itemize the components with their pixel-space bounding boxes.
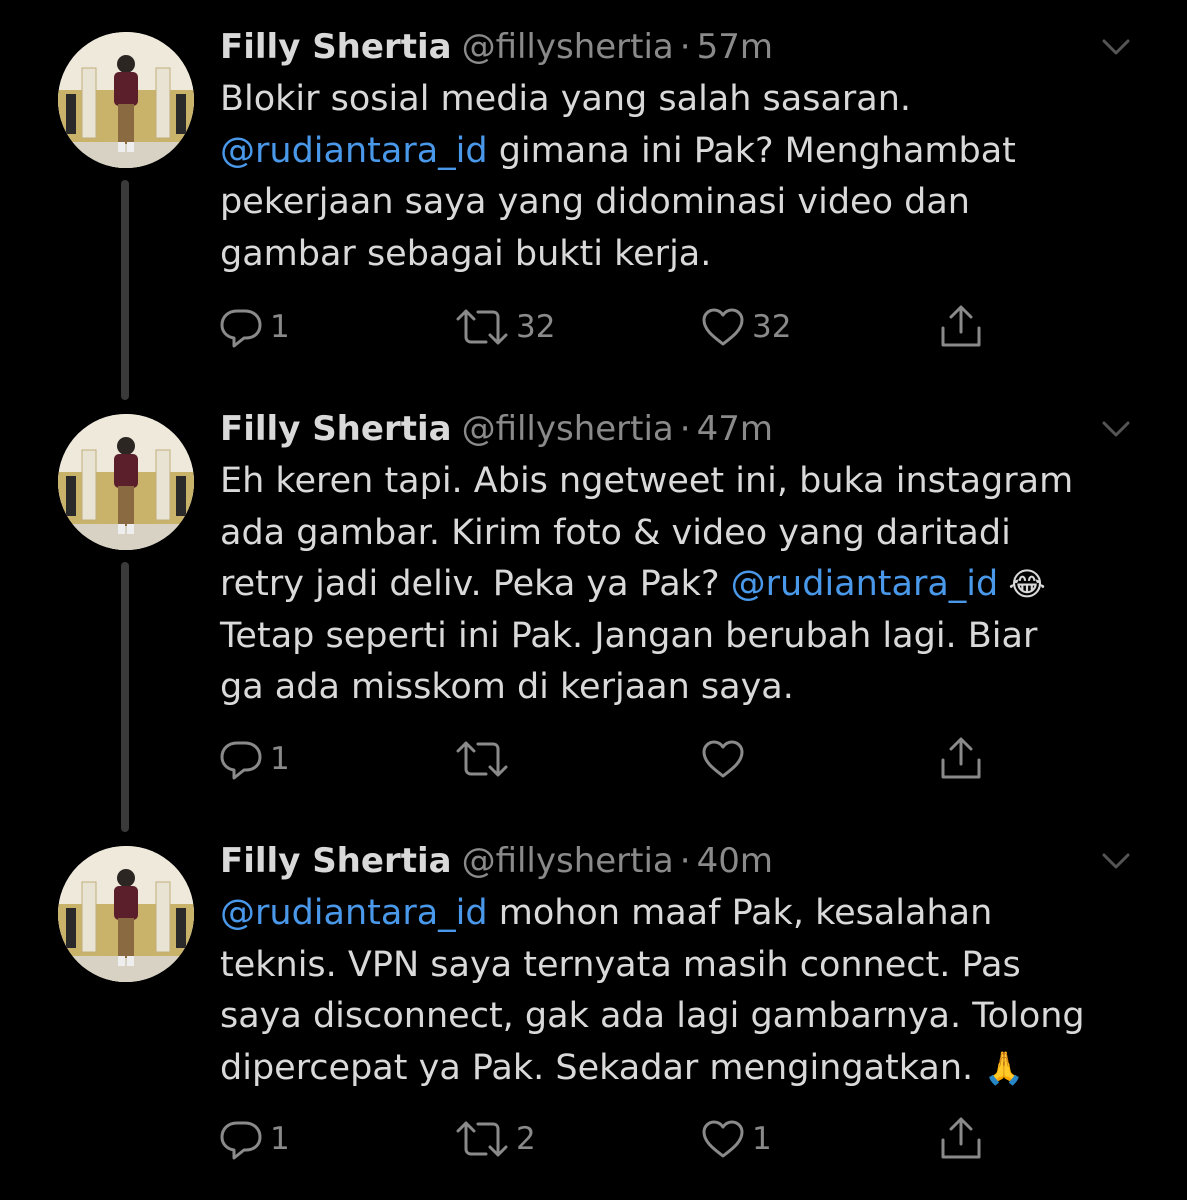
- tweet-text-line: Eh keren tapi. Abis ngetweet ini, buka i…: [220, 456, 1150, 508]
- reply-button[interactable]: 1: [218, 302, 290, 352]
- display-name[interactable]: Filly Shertia: [220, 27, 452, 67]
- tweet-text-line: dipercepat ya Pak. Sekadar mengingatkan.…: [220, 1043, 1150, 1095]
- tweet-text-segment: Eh keren tapi. Abis ngetweet ini, buka i…: [220, 461, 1074, 501]
- tweet-text-line: Tetap seperti ini Pak. Jangan berubah la…: [220, 611, 1150, 663]
- like-button[interactable]: [700, 734, 752, 784]
- reply-button[interactable]: 1: [218, 1114, 290, 1164]
- retweet-icon: [456, 1121, 508, 1157]
- reply-count: 1: [270, 309, 290, 345]
- share-icon: [941, 737, 981, 779]
- retweet-button[interactable]: [454, 734, 516, 784]
- avatar-photo: [58, 846, 194, 982]
- avatar[interactable]: [58, 414, 194, 550]
- tweet-text-line: @rudiantara_id mohon maaf Pak, kesalahan: [220, 888, 1150, 940]
- chevron-down-icon[interactable]: [1098, 32, 1134, 62]
- tweet-header: Filly Shertia @fillyshertia · 47m: [220, 404, 773, 454]
- chevron-down-icon[interactable]: [1098, 846, 1134, 876]
- tweet-text-segment: dipercepat ya Pak. Sekadar mengingatkan.: [220, 1047, 985, 1088]
- chevron-down-icon[interactable]: [1098, 414, 1134, 444]
- retweet-button[interactable]: 32: [454, 302, 555, 352]
- tweet-text: Blokir sosial media yang salah sasaran. @…: [220, 74, 1150, 280]
- share-button[interactable]: [938, 302, 984, 352]
- tweet-text-line: ga ada misskom di kerjaan saya.: [220, 662, 1150, 714]
- timestamp[interactable]: 47m: [697, 409, 773, 449]
- reply-icon: [220, 741, 262, 780]
- user-handle[interactable]: @fillyshertia: [462, 841, 674, 881]
- separator-dot: ·: [679, 841, 691, 881]
- avatar[interactable]: [58, 846, 194, 982]
- tweet-header: Filly Shertia @fillyshertia · 40m: [220, 836, 773, 886]
- heart-icon: [702, 1120, 744, 1158]
- mention-link[interactable]: @rudiantara_id: [220, 893, 488, 933]
- thread-line: [121, 562, 129, 832]
- avatar[interactable]: [58, 32, 194, 168]
- share-icon: [941, 1117, 981, 1159]
- heart-icon: [702, 308, 744, 346]
- retweet-button[interactable]: 2: [454, 1114, 536, 1164]
- tweet-text-segment: ga ada misskom di kerjaan saya.: [220, 667, 794, 707]
- share-button[interactable]: [938, 1114, 984, 1164]
- separator-dot: ·: [679, 409, 691, 449]
- reply-icon: [220, 309, 262, 348]
- share-button[interactable]: [938, 734, 984, 784]
- reply-button[interactable]: 1: [218, 734, 290, 784]
- like-button[interactable]: 32: [700, 302, 791, 352]
- timestamp[interactable]: 57m: [697, 27, 773, 67]
- tweet-text-segment: ada gambar. Kirim foto & video yang dari…: [220, 512, 1011, 553]
- tweet-text-segment: gimana ini Pak? Menghambat: [487, 130, 1016, 171]
- tweet-text-line: saya disconnect, gak ada lagi gambarnya.…: [220, 991, 1150, 1043]
- share-icon: [941, 305, 981, 347]
- like-count: 1: [752, 1121, 772, 1157]
- tweet-actions: 1: [0, 734, 1187, 784]
- retweet-icon: [456, 741, 508, 777]
- like-count: 32: [752, 309, 792, 345]
- tweet-actions: 1 2 1: [0, 1114, 1187, 1164]
- tweet-text-line: gambar sebagai bukti kerja.: [220, 229, 1150, 281]
- tweet-text-segment: saya disconnect, gak ada lagi gambarnya.…: [220, 996, 1085, 1036]
- avatar-photo: [58, 414, 194, 550]
- tweet-text-segment: retry jadi deliv. Peka ya Pak?: [220, 564, 731, 604]
- display-name[interactable]: Filly Shertia: [220, 841, 452, 881]
- separator-dot: ·: [679, 27, 691, 67]
- tweet-text-segment: pekerjaan saya yang didominasi video dan: [220, 182, 970, 222]
- retweet-count: 2: [516, 1121, 536, 1157]
- reply-count: 1: [270, 1121, 290, 1157]
- retweet-count: 32: [516, 309, 556, 345]
- thread-line: [121, 180, 129, 400]
- tweet-text-segment: Blokir sosial media yang salah sasaran.: [220, 79, 912, 119]
- tweet-text-segment: mohon maaf Pak, kesalahan: [487, 893, 993, 933]
- tweet-actions: 1 32 32: [0, 302, 1187, 352]
- user-handle[interactable]: @fillyshertia: [462, 409, 674, 449]
- like-button[interactable]: 1: [700, 1114, 772, 1164]
- tweet-text-line: retry jadi deliv. Peka ya Pak? @rudianta…: [220, 559, 1150, 611]
- reply-count: 1: [270, 741, 290, 777]
- retweet-icon: [456, 309, 508, 345]
- tweet-text: Eh keren tapi. Abis ngetweet ini, buka i…: [220, 456, 1150, 714]
- reply-icon: [220, 1121, 262, 1160]
- display-name[interactable]: Filly Shertia: [220, 409, 452, 449]
- mention-link[interactable]: @rudiantara_id: [731, 564, 999, 604]
- tweet-text-line: teknis. VPN saya ternyata masih connect.…: [220, 940, 1150, 992]
- heart-icon: [702, 740, 744, 778]
- tweet-text-line: Blokir sosial media yang salah sasaran.: [220, 74, 1150, 126]
- timestamp[interactable]: 40m: [697, 841, 773, 881]
- emoji: 😂: [998, 565, 1046, 603]
- user-handle[interactable]: @fillyshertia: [462, 27, 674, 67]
- avatar-photo: [58, 32, 194, 168]
- tweet-text-line: ada gambar. Kirim foto & video yang dari…: [220, 508, 1150, 560]
- tweet-text-line: pekerjaan saya yang didominasi video dan: [220, 177, 1150, 229]
- mention-link[interactable]: @rudiantara_id: [220, 131, 488, 171]
- tweet-text-line: @rudiantara_id gimana ini Pak? Menghamba…: [220, 126, 1150, 178]
- tweet-text: @rudiantara_id mohon maaf Pak, kesalahan…: [220, 888, 1150, 1094]
- tweet-text-segment: teknis. VPN saya ternyata masih connect.…: [220, 944, 1021, 985]
- tweet-text-segment: Tetap seperti ini Pak. Jangan berubah la…: [220, 615, 1038, 656]
- emoji: 🙏: [984, 1048, 1025, 1087]
- tweet-text-segment: gambar sebagai bukti kerja.: [220, 233, 712, 274]
- tweet-header: Filly Shertia @fillyshertia · 57m: [220, 22, 773, 72]
